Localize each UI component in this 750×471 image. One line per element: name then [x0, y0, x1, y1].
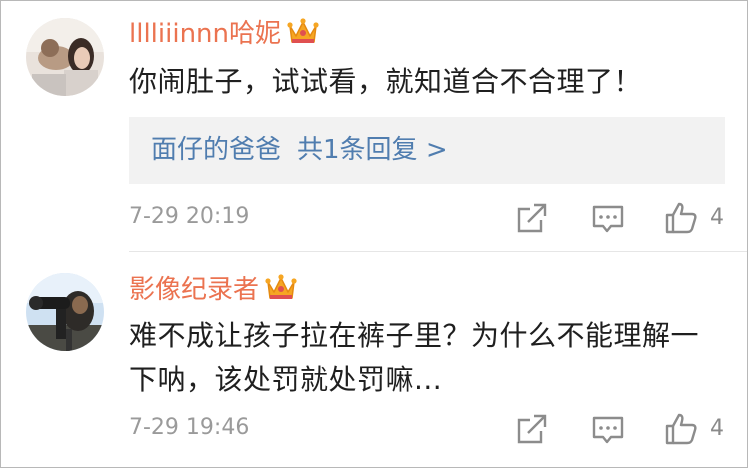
avatar[interactable] — [26, 18, 104, 96]
username[interactable]: 影像纪录者 — [129, 273, 297, 307]
share-icon — [517, 203, 547, 233]
reply-author[interactable]: 面仔的爸爸 — [151, 135, 281, 165]
like-button[interactable]: 4 — [664, 411, 724, 447]
comment-button[interactable] — [591, 200, 625, 236]
like-count: 4 — [710, 416, 724, 441]
crown-icon — [287, 17, 319, 47]
comment-meta: 7-29 19:46 4 — [1, 411, 750, 447]
comment-button[interactable] — [591, 411, 625, 447]
comment-item: lllliiinnn哈妮 你闹肚子，试试看，就知道合不合理了！ 面仔的爸爸 共1条… — [1, 1, 750, 251]
reply-preview-text[interactable]: 面仔的爸爸 共1条回复 > — [151, 133, 448, 167]
timestamp: 7-29 19:46 — [129, 415, 250, 440]
crown-icon — [265, 273, 297, 303]
comment-icon — [592, 416, 624, 444]
comment-item: 影像纪录者 难不成让孩子拉在裤子里？为什么不能理解一下呐，该处罚就处罚嘛... … — [1, 252, 750, 471]
like-icon — [665, 202, 697, 234]
reply-count-link[interactable]: 共1条回复 > — [297, 135, 448, 165]
username[interactable]: lllliiinnn哈妮 — [129, 17, 319, 51]
reply-preview[interactable]: 面仔的爸爸 共1条回复 > — [129, 117, 725, 184]
username-text[interactable]: 影像纪录者 — [129, 275, 259, 305]
comment-list: lllliiinnn哈妮 你闹肚子，试试看，就知道合不合理了！ 面仔的爸爸 共1条… — [0, 0, 748, 468]
comment-text: 难不成让孩子拉在裤子里？为什么不能理解一下呐，该处罚就处罚嘛... — [129, 319, 700, 396]
like-count: 4 — [710, 205, 724, 230]
like-icon — [665, 413, 697, 445]
share-icon — [517, 414, 547, 444]
comment-text: 你闹肚子，试试看，就知道合不合理了！ — [129, 65, 643, 98]
share-button[interactable] — [515, 411, 549, 447]
avatar[interactable] — [26, 273, 104, 351]
like-button[interactable]: 4 — [664, 200, 724, 236]
comment-icon — [592, 205, 624, 233]
username-text[interactable]: lllliiinnn哈妮 — [129, 19, 281, 49]
comment-meta: 7-29 20:19 4 — [1, 200, 750, 236]
timestamp: 7-29 20:19 — [129, 204, 250, 229]
share-button[interactable] — [515, 200, 549, 236]
